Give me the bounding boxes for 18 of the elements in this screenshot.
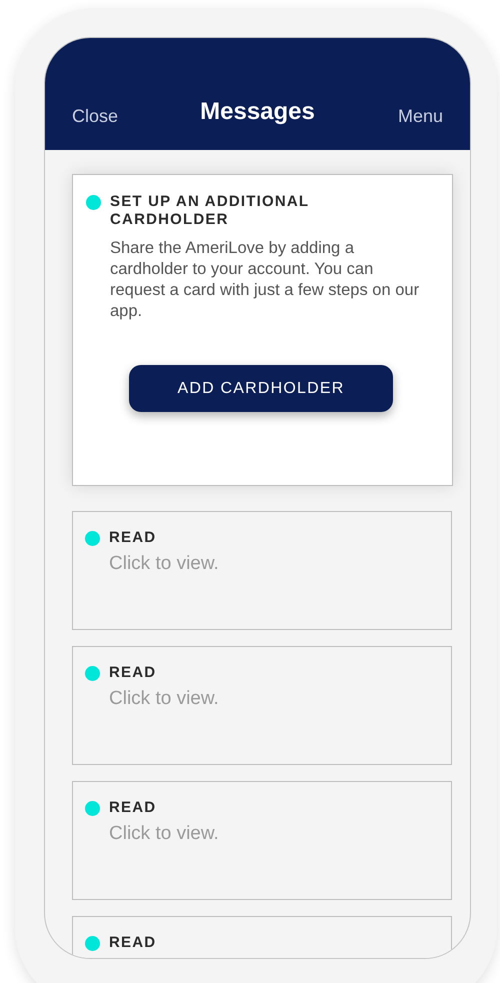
message-title: READ <box>109 799 158 817</box>
message-title: READ <box>109 664 158 682</box>
add-cardholder-button[interactable]: ADD CARDHOLDER <box>129 365 393 412</box>
message-card[interactable]: READ Click to view. <box>72 781 452 900</box>
message-text: Click to view. <box>109 688 219 710</box>
message-card[interactable]: READ Click to view. <box>72 646 452 765</box>
message-text: Click to view. <box>109 823 219 845</box>
message-title: READ <box>109 529 158 547</box>
message-title: SET UP AN ADDITIONAL CARDHOLDER <box>110 193 310 229</box>
close-link[interactable]: Close <box>72 103 142 130</box>
screen-title: Messages <box>200 97 315 127</box>
message-card[interactable]: SET UP AN ADDITIONAL CARDHOLDER Share the AmeriLove by adding a cardholder to your account. You can request a card with just a few steps on our app. ADD CARDHOLDER <box>72 174 453 486</box>
message-text: Share the AmeriLove by adding a cardholder to your account. You can request a card with just a few steps on our app. <box>110 238 420 322</box>
message-title: READ <box>109 934 156 952</box>
menu-link[interactable]: Menu <box>373 103 443 130</box>
message-text: Click to view. <box>109 553 219 575</box>
message-card[interactable]: READ Click to view. <box>72 511 452 630</box>
message-card[interactable]: READ <box>72 916 452 958</box>
